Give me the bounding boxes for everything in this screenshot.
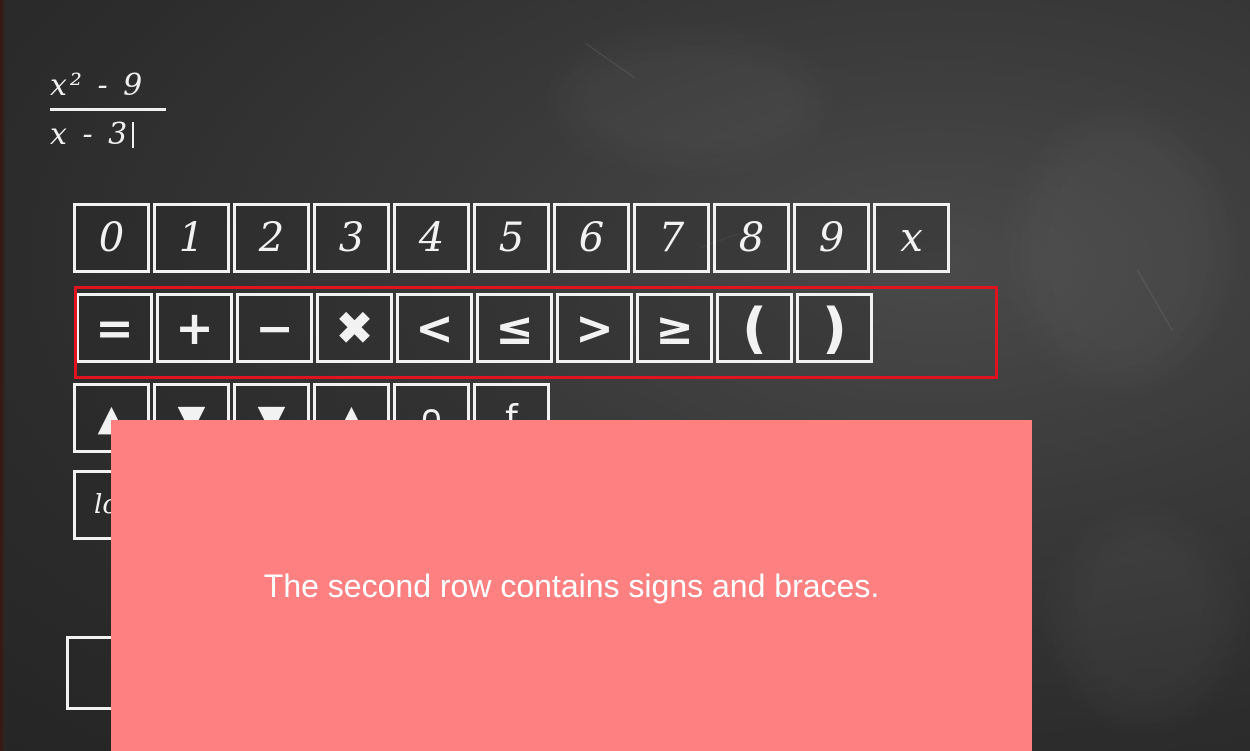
key-1[interactable]: 1	[153, 203, 230, 273]
tutorial-callout: The second row contains signs and braces…	[111, 420, 1032, 751]
key-3[interactable]: 3	[313, 203, 390, 273]
callout-text: The second row contains signs and braces…	[263, 568, 880, 604]
expression-preview: x² - 9 x - 3	[50, 68, 170, 153]
key-8[interactable]: 8	[713, 203, 790, 273]
text-cursor	[132, 122, 135, 148]
chalkboard-frame	[0, 0, 6, 751]
key-variable-x[interactable]: x	[873, 203, 950, 273]
digits-row: 0 1 2 3 4 5 6 7 8 9 x	[73, 203, 950, 273]
key-0[interactable]: 0	[73, 203, 150, 273]
signs-row-highlight	[74, 286, 998, 379]
key-7[interactable]: 7	[633, 203, 710, 273]
key-5[interactable]: 5	[473, 203, 550, 273]
key-2[interactable]: 2	[233, 203, 310, 273]
key-4[interactable]: 4	[393, 203, 470, 273]
key-9[interactable]: 9	[793, 203, 870, 273]
expression-denominator: x - 3	[50, 117, 170, 153]
expression-denominator-text: x - 3	[50, 117, 131, 152]
key-6[interactable]: 6	[553, 203, 630, 273]
expression-numerator: x² - 9	[50, 68, 146, 103]
chalk-smudge	[1020, 120, 1220, 380]
chalk-smudge	[560, 40, 820, 160]
chalk-smudge	[1060, 520, 1230, 720]
fraction-bar	[50, 108, 166, 111]
